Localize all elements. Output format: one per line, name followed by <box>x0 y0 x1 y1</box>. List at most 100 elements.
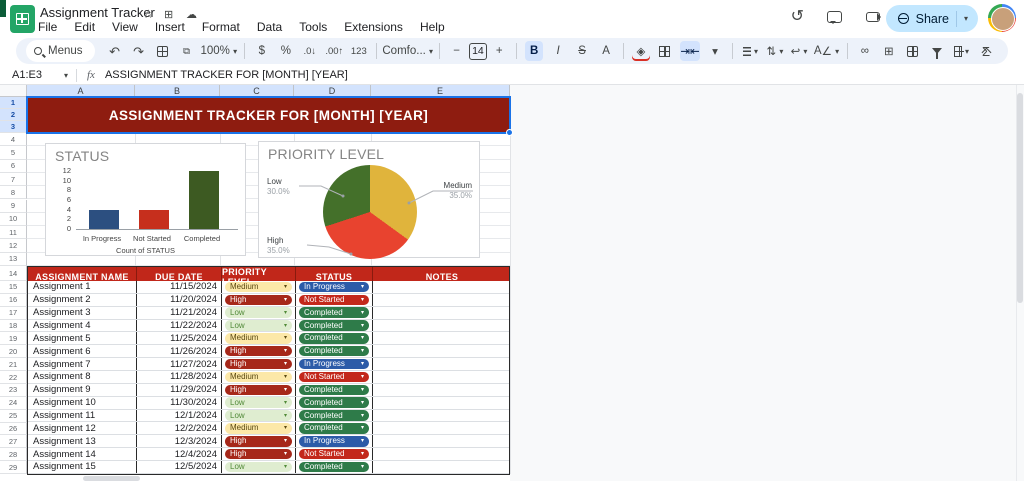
status-dropdown[interactable]: Completed ▾ <box>299 461 369 473</box>
due-date-cell[interactable]: 12/3/2024 <box>136 435 221 448</box>
row-header-29[interactable]: 29 <box>0 461 27 475</box>
notes-cell[interactable] <box>372 281 511 293</box>
vertical-scrollbar-thumb[interactable] <box>1017 93 1023 303</box>
status-dropdown[interactable]: In Progress ▾ <box>299 358 369 370</box>
share-caret-icon[interactable]: ▾ <box>964 14 968 23</box>
notes-cell[interactable] <box>372 358 511 371</box>
notes-cell[interactable] <box>372 448 511 461</box>
priority-pie-chart[interactable]: PRIORITY LEVEL Low 30.0% Medium 35.0% Hi… <box>258 141 480 259</box>
row-header-8[interactable]: 8 <box>0 186 27 200</box>
row-header-10[interactable]: 10 <box>0 212 27 227</box>
row-header-3[interactable]: 3 <box>0 121 27 133</box>
menu-help[interactable]: Help <box>420 20 445 36</box>
notes-cell[interactable] <box>372 422 511 435</box>
column-header-E[interactable]: E <box>371 85 510 97</box>
status-dropdown[interactable]: In Progress ▾ <box>299 436 369 447</box>
row-header-24[interactable]: 24 <box>0 396 27 410</box>
paint-format-button[interactable]: ⧉ <box>178 41 196 61</box>
priority-dropdown[interactable]: Low ▾ <box>225 410 292 421</box>
due-date-cell[interactable]: 11/30/2024 <box>136 396 221 409</box>
table-views-button[interactable]: ▾ <box>952 41 971 61</box>
priority-dropdown[interactable]: Medium ▾ <box>225 371 292 383</box>
font-select[interactable]: Comfo... ▾ <box>382 41 433 61</box>
strikethrough-button[interactable]: S <box>573 41 591 61</box>
meet-camera-icon[interactable] <box>866 12 881 22</box>
priority-dropdown[interactable]: Low ▾ <box>225 397 292 408</box>
notes-cell[interactable] <box>372 371 511 383</box>
bold-button[interactable]: B <box>525 41 544 61</box>
name-box[interactable]: A1:E3 ▾ <box>0 69 76 81</box>
zoom-select[interactable]: 100% ▾ <box>200 41 237 61</box>
row-header-23[interactable]: 23 <box>0 383 27 397</box>
format-currency-button[interactable]: $ <box>253 41 271 61</box>
status-dropdown[interactable]: Completed ▾ <box>299 333 369 344</box>
title-banner-cell[interactable]: ASSIGNMENT TRACKER FOR [MONTH] [YEAR] <box>26 96 511 134</box>
due-date-cell[interactable]: 12/4/2024 <box>136 448 221 461</box>
priority-dropdown[interactable]: High ▾ <box>225 384 292 396</box>
version-history-icon[interactable]: ↺ <box>791 9 804 25</box>
row-header-9[interactable]: 9 <box>0 199 27 213</box>
assignment-name-cell[interactable]: Assignment 15 <box>28 461 136 473</box>
row-header-2[interactable]: 2 <box>0 109 27 121</box>
notes-cell[interactable] <box>372 345 511 358</box>
create-filter-button[interactable] <box>928 41 946 61</box>
priority-dropdown[interactable]: High ▾ <box>225 294 292 306</box>
due-date-cell[interactable]: 12/2/2024 <box>136 422 221 435</box>
merge-caret-icon[interactable]: ▾ <box>706 41 724 61</box>
assignment-name-cell[interactable]: Assignment 5 <box>28 332 136 344</box>
due-date-cell[interactable]: 11/29/2024 <box>136 383 221 396</box>
insert-comment-button[interactable]: ⊞ <box>880 41 898 61</box>
increase-decimals-button[interactable]: .00↑ <box>325 41 344 61</box>
selection-fill-handle[interactable] <box>506 129 513 136</box>
priority-dropdown[interactable]: Low ▾ <box>225 307 292 318</box>
row-header-15[interactable]: 15 <box>0 281 27 294</box>
due-date-cell[interactable]: 11/27/2024 <box>136 358 221 371</box>
notes-cell[interactable] <box>372 383 511 396</box>
menu-view[interactable]: View <box>112 20 138 36</box>
undo-button[interactable]: ↶ <box>106 41 124 61</box>
row-header-4[interactable]: 4 <box>0 133 27 147</box>
status-dropdown[interactable]: Completed ▾ <box>299 423 369 434</box>
borders-button[interactable] <box>656 41 674 61</box>
assignment-name-cell[interactable]: Assignment 7 <box>28 358 136 370</box>
column-header-A[interactable]: A <box>27 85 135 97</box>
row-header-11[interactable]: 11 <box>0 226 27 240</box>
due-date-cell[interactable]: 12/5/2024 <box>136 461 221 473</box>
assignment-name-cell[interactable]: Assignment 13 <box>28 435 136 447</box>
notes-cell[interactable] <box>372 409 511 422</box>
status-dropdown[interactable]: Not Started ▾ <box>299 448 369 460</box>
menu-extensions[interactable]: Extensions <box>344 20 403 36</box>
decrease-font-size-button[interactable]: − <box>448 41 466 61</box>
column-header-C[interactable]: C <box>220 85 294 97</box>
row-header-19[interactable]: 19 <box>0 332 27 346</box>
status-dropdown[interactable]: Not Started ▾ <box>299 294 369 306</box>
assignment-name-cell[interactable]: Assignment 14 <box>28 448 136 460</box>
comments-icon[interactable] <box>827 11 842 24</box>
status-dropdown[interactable]: Completed ▾ <box>299 384 369 396</box>
star-icon[interactable]: ☆ <box>143 7 154 21</box>
formula-input[interactable]: ASSIGNMENT TRACKER FOR [MONTH] [YEAR] <box>105 69 348 81</box>
text-wrap-button[interactable]: ↩ ▾ <box>790 41 808 61</box>
merge-cells-button[interactable]: ⇥⇤ <box>679 41 700 61</box>
notes-cell[interactable] <box>372 332 511 345</box>
assignment-name-cell[interactable]: Assignment 1 <box>28 281 136 293</box>
increase-font-size-button[interactable]: + <box>490 41 508 61</box>
assignment-name-cell[interactable]: Assignment 12 <box>28 422 136 434</box>
priority-dropdown[interactable]: High ▾ <box>225 345 292 357</box>
due-date-cell[interactable]: 11/25/2024 <box>136 332 221 345</box>
format-percent-button[interactable]: % <box>277 41 295 61</box>
assignment-name-cell[interactable]: Assignment 9 <box>28 384 136 396</box>
print-button[interactable] <box>154 41 172 61</box>
decrease-decimals-button[interactable]: .0↓ <box>301 41 319 61</box>
due-date-cell[interactable]: 11/21/2024 <box>136 306 221 319</box>
assignment-name-cell[interactable]: Assignment 2 <box>28 294 136 306</box>
search-menus-button[interactable]: Menus <box>26 40 95 62</box>
assignment-name-cell[interactable]: Assignment 8 <box>28 371 136 383</box>
row-header-18[interactable]: 18 <box>0 319 27 333</box>
status-dropdown[interactable]: Completed ▾ <box>299 307 369 318</box>
assignment-name-cell[interactable]: Assignment 4 <box>28 320 136 332</box>
row-header-26[interactable]: 26 <box>0 422 27 436</box>
row-header-22[interactable]: 22 <box>0 371 27 384</box>
vertical-align-button[interactable]: ⇅ ▾ <box>766 41 784 61</box>
redo-button[interactable]: ↷ <box>130 41 148 61</box>
